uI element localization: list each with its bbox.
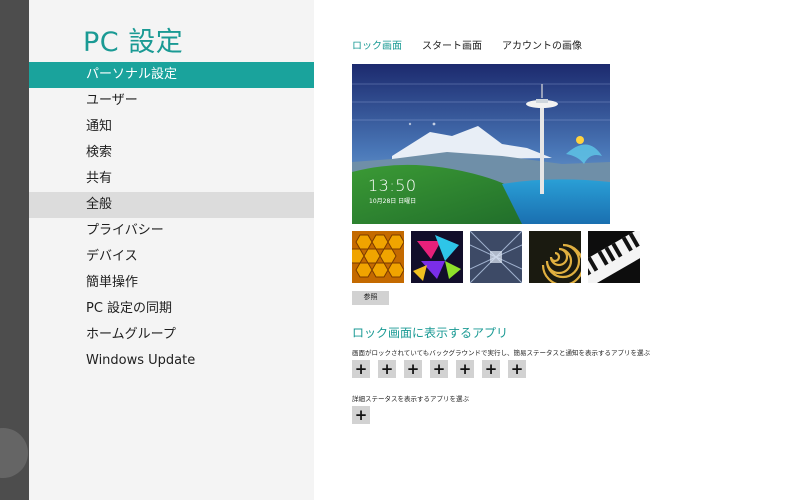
add-detailed-status-app-button[interactable]: +	[352, 406, 370, 424]
nav-item-sync-settings[interactable]: PC 設定の同期	[29, 296, 314, 322]
nav-item-homegroup[interactable]: ホームグループ	[29, 322, 314, 348]
add-lock-app-button[interactable]: +	[404, 360, 422, 378]
piano-keys-image	[588, 231, 640, 283]
content-pane: ロック画面 スタート画面 アカウントの画像 13:50 10月28日 日曜日 参…	[314, 0, 800, 500]
nav-item-windows-update[interactable]: Windows Update	[29, 348, 314, 374]
tab-lock-screen[interactable]: ロック画面	[352, 37, 402, 52]
add-lock-app-button[interactable]: +	[352, 360, 370, 378]
navigation-pane: PC 設定 パーソナル設定 ユーザー 通知 検索 共有 全般 プライバシー デバ…	[29, 0, 314, 500]
detailed-status-slot: +	[352, 406, 370, 424]
tab-bar: ロック画面 スタート画面 アカウントの画像	[352, 37, 582, 52]
lock-app-slots: + + + + + + +	[352, 360, 526, 378]
thumbnail-piano[interactable]	[588, 231, 640, 283]
background-thumbnails	[352, 231, 640, 283]
settings-nav-list: パーソナル設定 ユーザー 通知 検索 共有 全般 プライバシー デバイス 簡単操…	[29, 62, 314, 374]
honeycomb-image	[352, 231, 404, 283]
lock-screen-time: 13:50	[368, 176, 417, 195]
browse-button[interactable]: 参照	[352, 291, 389, 305]
colorful-shapes-image	[411, 231, 463, 283]
tunnel-image	[470, 231, 522, 283]
thumbnail-nautilus[interactable]	[529, 231, 581, 283]
lock-screen-date: 10月28日 日曜日	[369, 198, 417, 205]
nav-item-search[interactable]: 検索	[29, 140, 314, 166]
nav-item-share[interactable]: 共有	[29, 166, 314, 192]
thumbnail-honeycomb[interactable]	[352, 231, 404, 283]
page-title: PC 設定	[83, 27, 184, 58]
desktop-edge	[0, 0, 29, 500]
nav-item-notifications[interactable]: 通知	[29, 114, 314, 140]
lock-screen-preview: 13:50 10月28日 日曜日	[352, 64, 610, 224]
add-lock-app-button[interactable]: +	[430, 360, 448, 378]
nav-item-devices[interactable]: デバイス	[29, 244, 314, 270]
thumbnail-colorful-shapes[interactable]	[411, 231, 463, 283]
add-lock-app-button[interactable]: +	[482, 360, 500, 378]
nav-item-users[interactable]: ユーザー	[29, 88, 314, 114]
thumbnail-tunnel[interactable]	[470, 231, 522, 283]
background-shape	[0, 428, 28, 478]
tab-start-screen[interactable]: スタート画面	[422, 37, 482, 52]
nav-item-personalize[interactable]: パーソナル設定	[29, 62, 314, 88]
add-lock-app-button[interactable]: +	[378, 360, 396, 378]
nav-item-privacy[interactable]: プライバシー	[29, 218, 314, 244]
tab-account-picture[interactable]: アカウントの画像	[502, 37, 582, 52]
add-lock-app-button[interactable]: +	[508, 360, 526, 378]
nav-item-ease-of-access[interactable]: 簡単操作	[29, 270, 314, 296]
lock-apps-description: 画面がロックされていてもバックグラウンドで実行し、簡易ステータスと通知を表示する…	[352, 349, 651, 357]
lock-apps-title: ロック画面に表示するアプリ	[352, 326, 509, 340]
nav-item-general[interactable]: 全般	[29, 192, 314, 218]
nautilus-shell-image	[529, 231, 581, 283]
detailed-status-description: 詳細ステータスを表示するアプリを選ぶ	[352, 395, 469, 403]
add-lock-app-button[interactable]: +	[456, 360, 474, 378]
